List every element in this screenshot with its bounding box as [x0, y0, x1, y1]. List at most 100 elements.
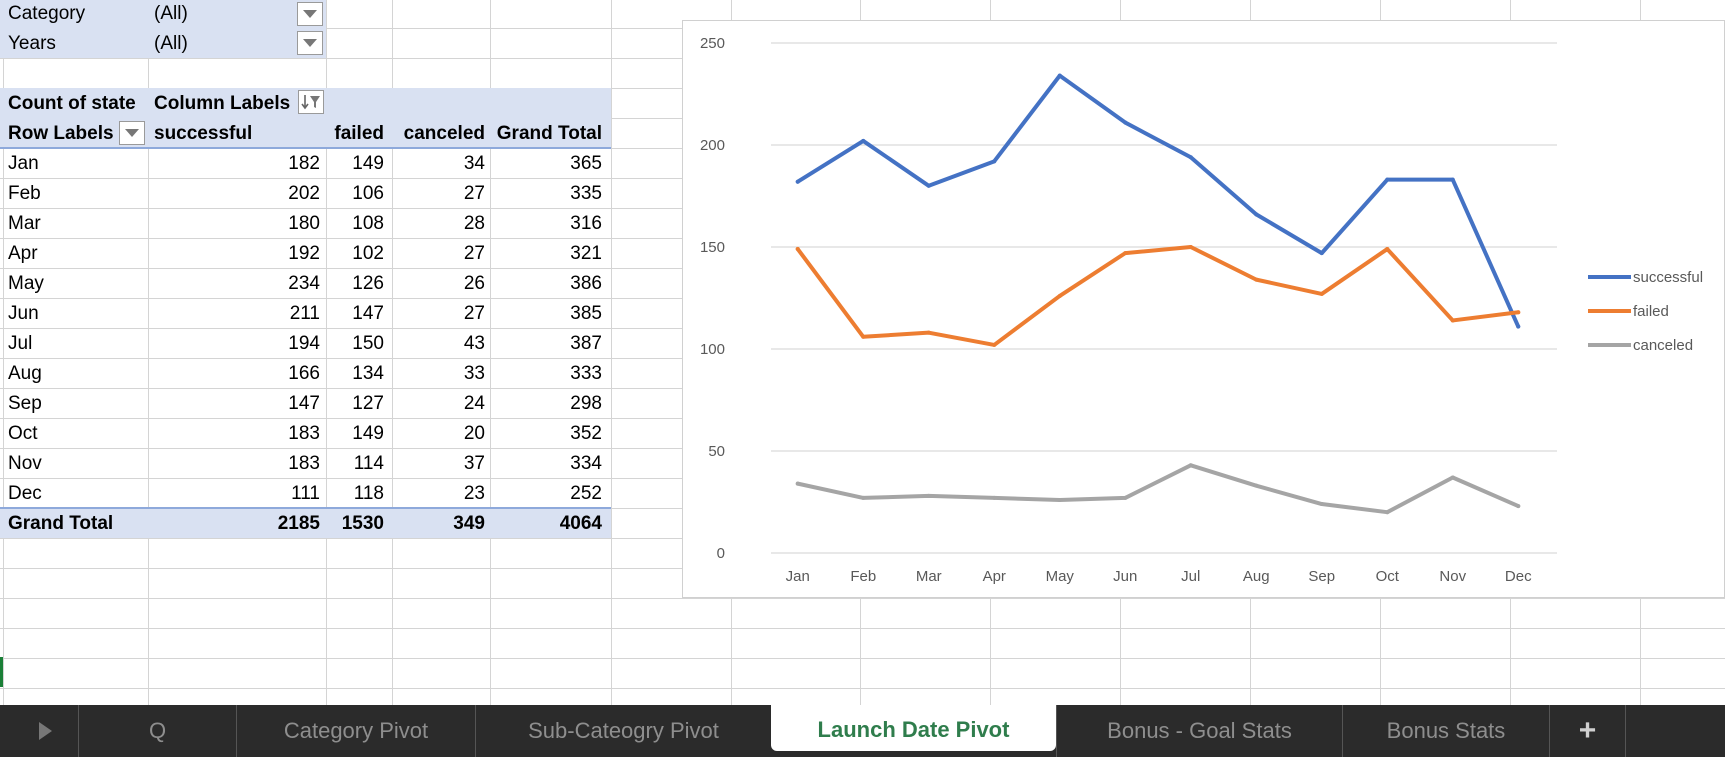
chevron-down-icon: [125, 129, 139, 137]
filter-years-label: Years: [8, 33, 56, 54]
sheet-tab-bar: Q Category Pivot Sub-Cateogry Pivot Launch …: [0, 705, 1725, 757]
pivot-cell: 102: [352, 243, 384, 264]
pivot-total-value: 2185: [277, 513, 320, 534]
series-line-failed: [795, 245, 1521, 347]
pivot-cell: 182: [288, 153, 320, 174]
pivot-cell: 26: [463, 273, 485, 294]
data-point-failed: [926, 330, 931, 335]
data-point-successful: [1123, 120, 1128, 125]
pivot-cell: 385: [570, 303, 602, 324]
pivot-cell: 234: [288, 273, 320, 294]
filter-years-value: (All): [154, 33, 188, 54]
pivot-cell: 180: [288, 213, 320, 234]
row-labels-dropdown[interactable]: [119, 121, 145, 145]
pivot-value-field: Count of state: [8, 93, 136, 114]
data-point-failed: [861, 334, 866, 339]
tab-sub-cateogry-pivot[interactable]: Sub-Cateogry Pivot: [475, 705, 771, 757]
data-point-successful: [1516, 324, 1521, 329]
data-point-canceled: [1319, 502, 1324, 507]
tab-bonus-stats[interactable]: Bonus Stats: [1342, 705, 1549, 757]
pivot-cell: 33: [463, 363, 485, 384]
pivot-row-label: Oct: [8, 423, 38, 444]
data-point-successful: [926, 183, 931, 188]
x-tick-label: Sep: [1308, 568, 1335, 585]
worksheet[interactable]: Category (All) Years (All) Count of stat…: [0, 0, 1725, 705]
pivot-cell: 126: [352, 273, 384, 294]
pivot-row-label: Mar: [8, 213, 41, 234]
pivot-cell: 147: [288, 393, 320, 414]
pivot-cell: 28: [463, 213, 485, 234]
filter-category-dropdown[interactable]: [297, 2, 323, 26]
pivot-cell: 134: [352, 363, 384, 384]
data-point-failed: [1188, 245, 1193, 249]
x-tick-label: May: [1046, 568, 1075, 585]
data-point-failed: [992, 342, 997, 347]
pivot-total-label: Grand Total: [8, 513, 114, 534]
pivot-col-header-failed: failed: [334, 123, 384, 144]
pivot-cell: 118: [353, 483, 384, 504]
pivot-cell: 127: [352, 393, 384, 414]
pivot-cell: 20: [463, 423, 485, 444]
legend-label-canceled: canceled: [1633, 337, 1693, 354]
filter-years-dropdown[interactable]: [297, 31, 323, 55]
pivot-cell: 27: [463, 183, 485, 204]
data-point-successful: [1057, 73, 1062, 78]
chevron-down-icon: [303, 10, 317, 18]
pivot-cell: 24: [463, 393, 485, 414]
pivot-col-header-grand-total: Grand Total: [496, 123, 602, 144]
data-point-canceled: [861, 495, 866, 500]
pivot-cell: 321: [570, 243, 602, 264]
scroll-tabs-button[interactable]: [0, 705, 78, 757]
pivot-row-label: Jul: [8, 333, 33, 354]
legend-label-failed: failed: [1633, 303, 1669, 320]
data-point-failed: [795, 247, 800, 252]
data-point-failed: [1319, 291, 1324, 296]
tab-launch-date-pivot[interactable]: Launch Date Pivot: [771, 705, 1056, 751]
x-tick-label: Aug: [1243, 568, 1270, 585]
pivot-row-label: Nov: [8, 453, 42, 474]
data-point-successful: [1385, 177, 1390, 182]
line-chart[interactable]: 0 50 100 150 200 250 Jan Feb Mar Apr May Jun Jul Aug S…: [682, 20, 1725, 598]
tab-q[interactable]: Q: [78, 705, 236, 757]
data-point-canceled: [1385, 510, 1390, 515]
pivot-cell: 149: [352, 153, 384, 174]
pivot-cell: 37: [463, 453, 485, 474]
pivot-row-label: Sep: [8, 393, 42, 414]
pivot-cell: 316: [570, 213, 602, 234]
pivot-cell: 202: [288, 183, 320, 204]
chart-svg: 0 50 100 150 200 250 Jan Feb Mar Apr May Jun Jul Aug S…: [700, 35, 1703, 585]
x-tick-label: Oct: [1376, 568, 1400, 585]
data-point-canceled: [1123, 495, 1128, 500]
pivot-cell: 365: [570, 153, 602, 174]
pivot-cell: 252: [570, 483, 602, 504]
x-tick-label: Jun: [1113, 568, 1137, 585]
pivot-cell: 27: [463, 243, 485, 264]
pivot-cell: 211: [289, 303, 320, 324]
pivot-column-labels: Column Labels: [154, 93, 291, 114]
data-point-failed: [1385, 247, 1390, 252]
data-point-successful: [1254, 212, 1259, 217]
pivot-cell: 111: [291, 483, 320, 504]
pivot-cell: 106: [352, 183, 384, 204]
data-point-canceled: [795, 481, 800, 486]
pivot-cell: 166: [288, 363, 320, 384]
data-point-failed: [1254, 277, 1259, 282]
add-sheet-button[interactable]: +: [1549, 705, 1625, 757]
data-point-canceled: [1516, 504, 1521, 509]
tab-category-pivot[interactable]: Category Pivot: [236, 705, 475, 757]
pivot-row-label: Jan: [8, 153, 39, 174]
tab-bonus-goal-stats[interactable]: Bonus - Goal Stats: [1056, 705, 1342, 757]
pivot-cell: 27: [463, 303, 485, 324]
data-point-failed: [1516, 310, 1521, 315]
pivot-cell: 335: [570, 183, 602, 204]
data-point-canceled: [1254, 483, 1259, 488]
pivot-cell: 34: [463, 153, 485, 174]
grid-hline: [0, 688, 1725, 689]
y-tick-label: 150: [700, 239, 725, 256]
x-tick-label: Jul: [1181, 568, 1200, 585]
pivot-row-labels: Row Labels: [8, 123, 114, 144]
column-labels-filter-button[interactable]: [298, 90, 324, 114]
pivot-row-label: Apr: [8, 243, 38, 264]
selection-indicator: [0, 657, 3, 687]
series-line-canceled: [795, 463, 1521, 515]
